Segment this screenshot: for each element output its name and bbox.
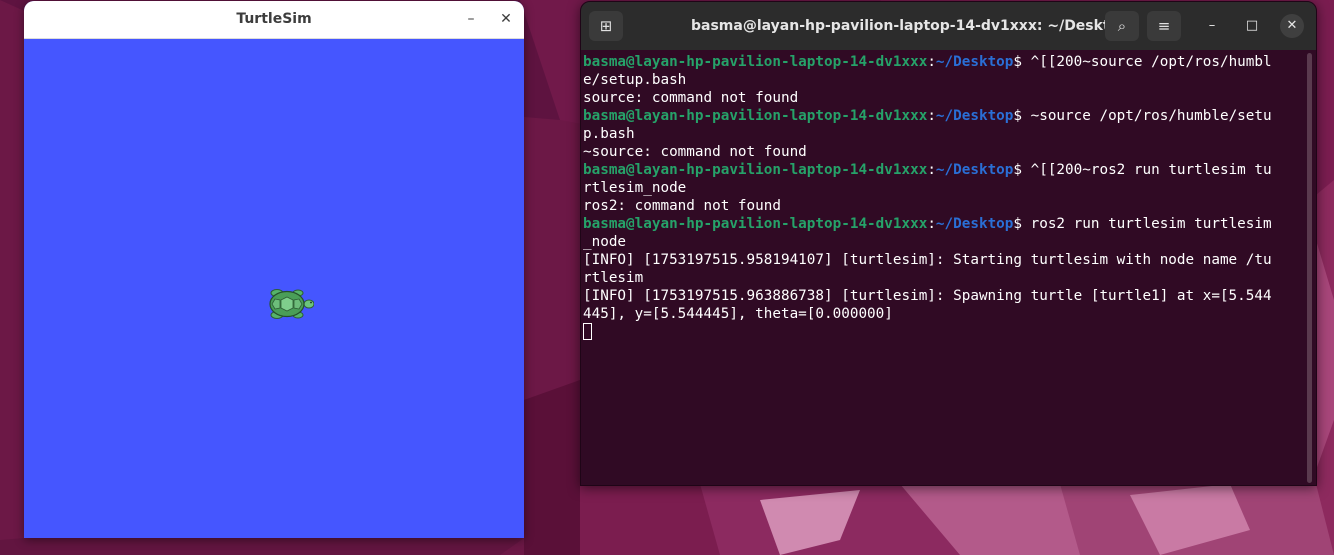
new-tab-icon[interactable]: ⊞ xyxy=(589,11,623,41)
terminal-line: basma@layan-hp-pavilion-laptop-14-dv1xxx… xyxy=(583,108,1272,124)
prompt-user: basma@layan-hp-pavilion-laptop-14-dv1xxx xyxy=(583,108,928,124)
terminal-scrollbar[interactable] xyxy=(1307,53,1312,483)
terminal-line: ros2: command not found xyxy=(583,198,781,214)
terminal-line: p.bash xyxy=(583,126,635,142)
prompt-user: basma@layan-hp-pavilion-laptop-14-dv1xxx xyxy=(583,216,928,232)
command-text: $ ~source /opt/ros/humble/setu xyxy=(1013,108,1272,124)
minimize-button[interactable]: – xyxy=(460,8,482,30)
command-text: $ ^[[200~ros2 run turtlesim tu xyxy=(1013,162,1272,178)
turtlesim-titlebar[interactable]: TurtleSim – ✕ xyxy=(24,1,524,39)
prompt-path: ~/Desktop xyxy=(935,162,1014,178)
terminal-line: [INFO] [1753197515.958194107] [turtlesim… xyxy=(583,252,1272,268)
terminal-window[interactable]: ⊞ basma@layan-hp-pavilion-laptop-14-dv1x… xyxy=(580,1,1317,486)
terminal-output[interactable]: basma@layan-hp-pavilion-laptop-14-dv1xxx… xyxy=(583,53,1305,483)
terminal-line: source: command not found xyxy=(583,90,799,106)
terminal-line: _node xyxy=(583,234,627,250)
maximize-button[interactable]: □ xyxy=(1240,14,1264,38)
prompt-user: basma@layan-hp-pavilion-laptop-14-dv1xxx xyxy=(583,162,928,178)
terminal-input-line[interactable] xyxy=(583,323,1305,341)
terminal-line: ~source: command not found xyxy=(583,144,807,160)
terminal-headerbar[interactable]: ⊞ basma@layan-hp-pavilion-laptop-14-dv1x… xyxy=(581,2,1316,50)
terminal-line: basma@layan-hp-pavilion-laptop-14-dv1xxx… xyxy=(583,162,1272,178)
search-icon[interactable]: ⌕ xyxy=(1105,11,1139,41)
turtlesim-window[interactable]: TurtleSim – ✕ xyxy=(24,1,524,538)
terminal-line: basma@layan-hp-pavilion-laptop-14-dv1xxx… xyxy=(583,54,1272,70)
window-title: TurtleSim xyxy=(236,11,312,27)
command-text: $ ros2 run turtlesim turtlesim xyxy=(1013,216,1272,232)
text-cursor xyxy=(583,323,592,340)
prompt-path: ~/Desktop xyxy=(935,108,1014,124)
turtlesim-canvas xyxy=(24,39,524,538)
command-text: $ ^[[200~source /opt/ros/humbl xyxy=(1013,54,1272,70)
turtle-icon xyxy=(269,289,314,319)
minimize-button[interactable]: – xyxy=(1200,14,1224,38)
terminal-line: basma@layan-hp-pavilion-laptop-14-dv1xxx… xyxy=(583,216,1272,232)
prompt-path: ~/Desktop xyxy=(935,54,1014,70)
terminal-line: [INFO] [1753197515.963886738] [turtlesim… xyxy=(583,288,1272,304)
terminal-title: basma@layan-hp-pavilion-laptop-14-dv1xxx… xyxy=(691,18,1130,34)
terminal-line: e/setup.bash xyxy=(583,72,687,88)
terminal-line: 445], y=[5.544445], theta=[0.000000] xyxy=(583,306,893,322)
hamburger-menu-icon[interactable]: ≡ xyxy=(1147,11,1181,41)
prompt-user: basma@layan-hp-pavilion-laptop-14-dv1xxx xyxy=(583,54,928,70)
close-button[interactable]: ✕ xyxy=(1280,14,1304,38)
terminal-line: rtlesim_node xyxy=(583,180,687,196)
desktop: TurtleSim – ✕ ⊞ basma@layan-hp-pavilion-… xyxy=(0,0,1334,555)
terminal-line: rtlesim xyxy=(583,270,644,286)
prompt-path: ~/Desktop xyxy=(935,216,1014,232)
close-button[interactable]: ✕ xyxy=(495,8,517,30)
